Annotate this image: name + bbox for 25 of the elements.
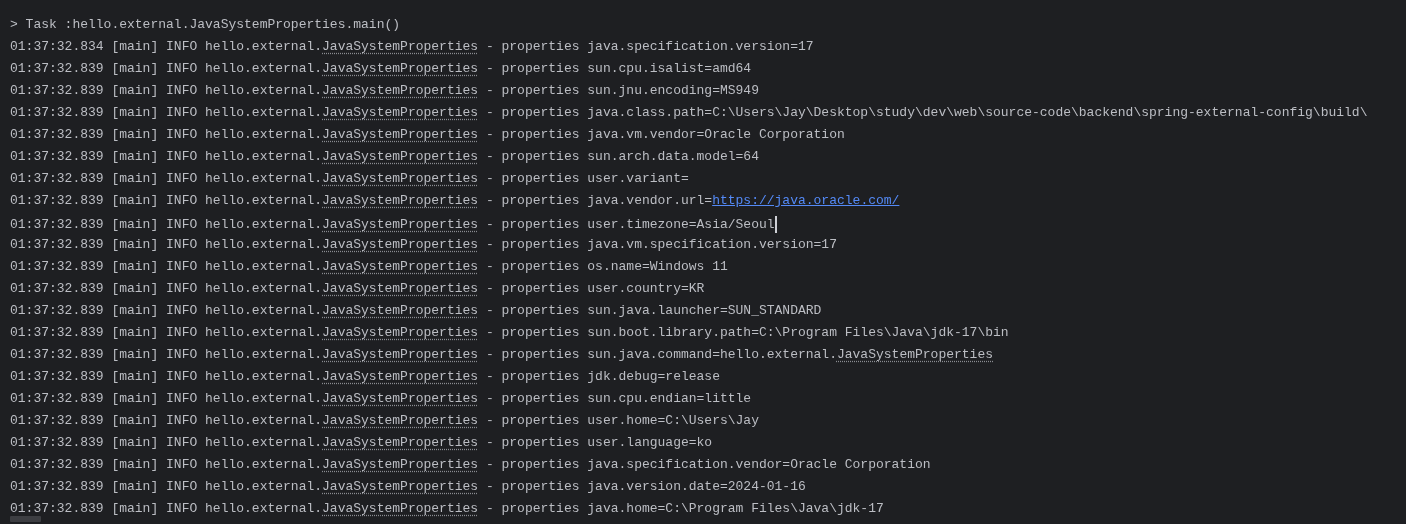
log-line: 01:37:32.839 [main] INFO hello.external.JavaSystemProperties - properties user.country=KR xyxy=(10,282,705,296)
log-line: 01:37:32.839 [main] INFO hello.external.JavaSystemProperties - properties sun.cpu.endian=little xyxy=(10,392,752,406)
log-line: 01:37:32.839 [main] INFO hello.external.JavaSystemProperties - properties sun.java.launcher=SUN_STANDARD xyxy=(10,304,822,318)
log-line: 01:37:32.839 [main] INFO hello.external.JavaSystemProperties - properties java.specification.vendor=Oracle Corporation xyxy=(10,458,931,472)
log-line: 01:37:32.839 [main] INFO hello.external.JavaSystemProperties - properties user.home=C:\Users\Jay xyxy=(10,414,759,428)
log-line: 01:37:32.839 [main] INFO hello.external.JavaSystemProperties - properties sun.jnu.encoding=MS949 xyxy=(10,84,759,98)
log-line: 01:37:32.839 [main] INFO hello.external.JavaSystemProperties - properties sun.cpu.isalist=amd64 xyxy=(10,62,752,76)
log-line: 01:37:32.839 [main] INFO hello.external.JavaSystemProperties - properties user.language=ko xyxy=(10,436,713,450)
log-line: 01:37:32.839 [main] INFO hello.external.JavaSystemProperties - properties java.vm.specification.version=17 xyxy=(10,238,837,252)
log-line: 01:37:32.839 [main] INFO hello.external.JavaSystemProperties - properties sun.java.command=hello.external.JavaSystemProperties xyxy=(10,348,993,362)
log-line: 01:37:32.839 [main] INFO hello.external.JavaSystemProperties - properties java.version.date=2024-01-16 xyxy=(10,480,806,494)
scrollbar-thumb[interactable] xyxy=(10,516,41,522)
log-line: 01:37:32.839 [main] INFO hello.external.JavaSystemProperties - properties os.name=Windows 11 xyxy=(10,260,728,274)
log-line: 01:37:32.839 [main] INFO hello.external.JavaSystemProperties - properties user.variant= xyxy=(10,172,689,186)
url-link[interactable]: https://java.oracle.com/ xyxy=(712,193,900,208)
log-line: 01:37:32.839 [main] INFO hello.external.JavaSystemProperties - properties java.vendor.url=https://java.oracle.com/ xyxy=(10,194,900,208)
log-line: 01:37:32.839 [main] INFO hello.external.JavaSystemProperties - properties user.timezone=Asia/Seoul xyxy=(10,216,777,230)
task-line: > Task :hello.external.JavaSystemProperties.main() xyxy=(10,18,401,32)
log-line: 01:37:32.839 [main] INFO hello.external.JavaSystemProperties - properties java.home=C:\Program Files\Java\jdk-17 xyxy=(10,502,884,516)
log-line: 01:37:32.834 [main] INFO hello.external.JavaSystemProperties - properties java.specification.version=17 xyxy=(10,40,814,54)
log-line: 01:37:32.839 [main] INFO hello.external.JavaSystemProperties - properties jdk.debug=release xyxy=(10,370,720,384)
log-line: 01:37:32.839 [main] INFO hello.external.JavaSystemProperties - properties java.class.path=C:\Users\Jay\Desktop\study\dev\web\source-code\backend\spring-external-config\build\ xyxy=(10,106,1368,120)
log-line: 01:37:32.839 [main] INFO hello.external.JavaSystemProperties - properties sun.arch.data.model=64 xyxy=(10,150,759,164)
log-line: 01:37:32.839 [main] INFO hello.external.JavaSystemProperties - properties sun.boot.library.path=C:\Program Files\Java\jdk-17\bin xyxy=(10,326,1009,340)
log-line: 01:37:32.839 [main] INFO hello.external.JavaSystemProperties - properties java.vm.vendor=Oracle Corporation xyxy=(10,128,845,142)
